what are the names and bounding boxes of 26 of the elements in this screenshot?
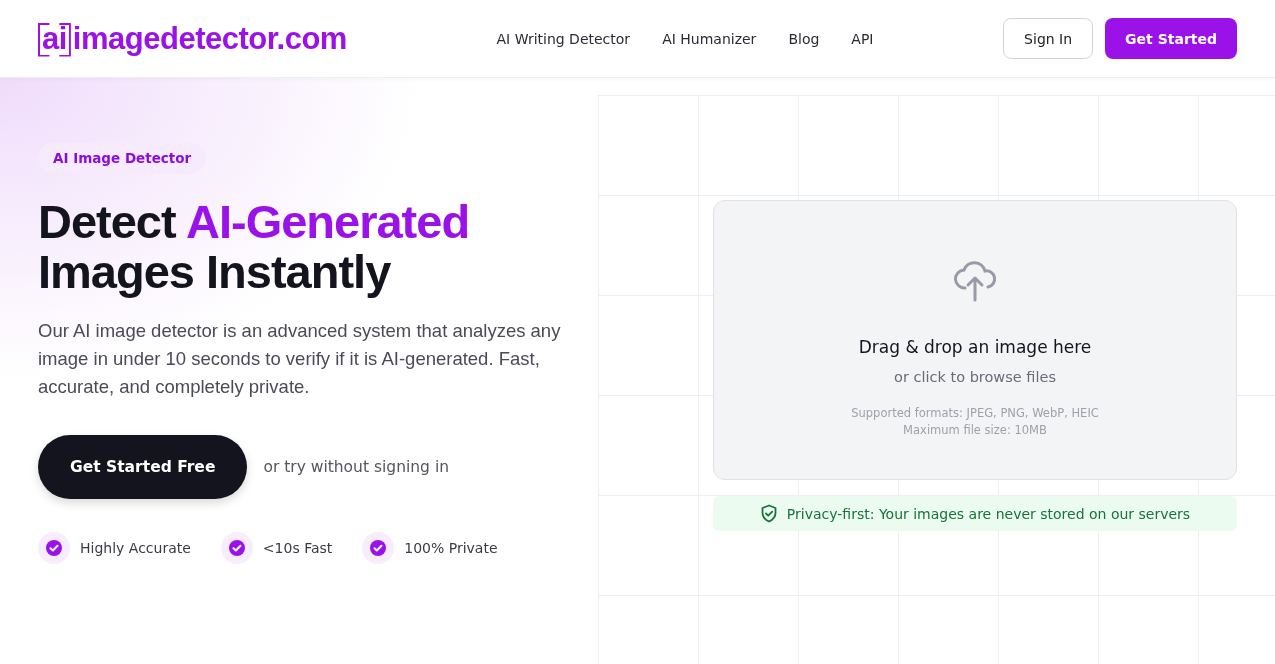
upload-dropzone[interactable]: Drag & drop an image here or click to browse files Supported formats: JPEG, PNG, WebP, HEIC Maximum file size: 10MB	[713, 200, 1237, 480]
cta-note: or try without signing in	[263, 458, 449, 476]
dropzone-title: Drag & drop an image here	[858, 337, 1092, 357]
check-circle-icon	[38, 532, 70, 564]
max-file-size-text: Maximum file size: 10MB	[902, 422, 1048, 439]
category-badge: AI Image Detector	[38, 143, 207, 173]
nav-link[interactable]: AI Humanizer	[662, 30, 757, 47]
get-started-free-button[interactable]: Get Started Free	[38, 435, 248, 499]
dropzone-subtitle: or click to browse files	[894, 369, 1056, 385]
shield-check-icon	[759, 504, 778, 523]
privacy-text: Privacy-first: Your images are never stored on our servers	[786, 505, 1191, 522]
logo-mark: ai	[38, 20, 71, 57]
nav-link[interactable]: Blog	[788, 30, 820, 47]
sign-in-button[interactable]: Sign In	[1003, 18, 1094, 59]
nav-link[interactable]: API	[851, 30, 874, 47]
logo-text[interactable]: imagedetector.com	[72, 20, 347, 57]
hero-heading: Detect AI-Generated Images Instantly	[38, 197, 471, 297]
feature-label: Highly Accurate	[80, 540, 191, 556]
supported-formats-text: Supported formats: JPEG, PNG, WebP, HEIC	[851, 405, 1099, 422]
hero-description: Our AI image detector is an advanced system that analyzes any image in under 10 seconds to verify if it is AI-generated. Fast, accurate, and completely private.	[38, 319, 562, 399]
check-circle-icon	[220, 532, 253, 564]
check-circle-icon	[362, 532, 395, 564]
feature-label: <10s Fast	[262, 540, 333, 556]
nav-link[interactable]: AI Writing Detector	[496, 30, 631, 47]
get-started-button[interactable]: Get Started	[1105, 18, 1237, 59]
feature-label: 100% Private	[404, 540, 498, 556]
